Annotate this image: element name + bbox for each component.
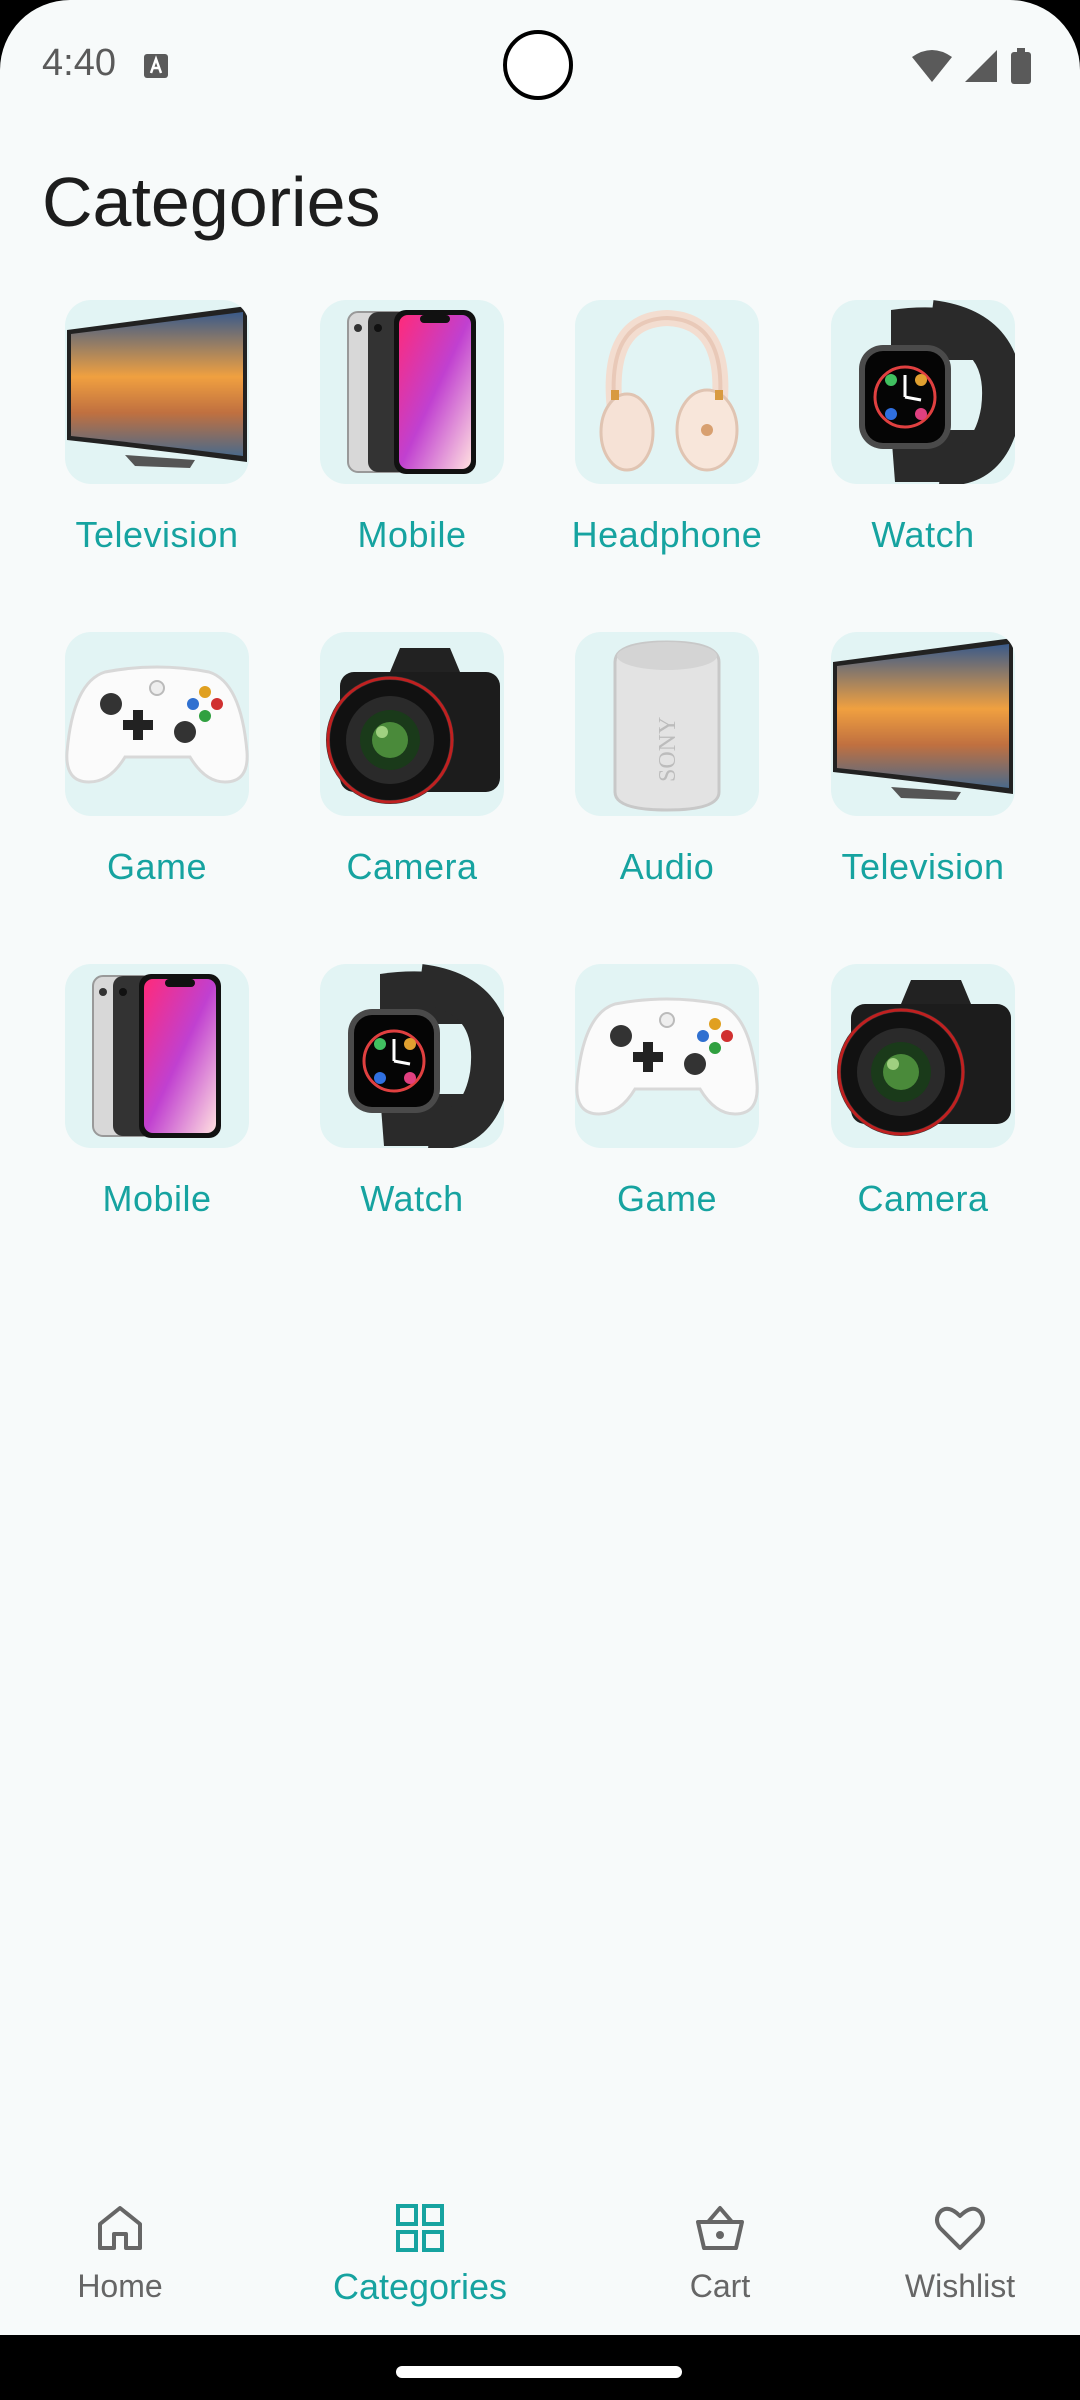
category-label: Game xyxy=(106,846,208,887)
nav-label-wishlist: Wishlist xyxy=(904,2268,1016,2304)
status-time: 4:40 xyxy=(42,42,116,84)
category-tile-watch[interactable]: Watch xyxy=(284,964,540,1220)
phone-screen: 4:40 Categories Television Mobile Headph… xyxy=(0,0,1080,2400)
nav-label-categories: Categories xyxy=(332,2266,508,2307)
svg-text:SONY: SONY xyxy=(655,717,681,782)
front-camera-cutout xyxy=(503,30,573,100)
category-label: Watch xyxy=(871,514,975,555)
watch-image xyxy=(320,964,504,1148)
watch-icon xyxy=(348,964,504,1148)
category-tile-television[interactable]: Television xyxy=(795,632,1051,888)
mobile-image xyxy=(65,964,249,1148)
grid-icon xyxy=(396,2204,444,2252)
camera-image xyxy=(831,964,1015,1148)
game-controller-icon xyxy=(575,997,759,1116)
category-tile-game[interactable]: Game xyxy=(29,632,285,888)
category-label: Television xyxy=(75,514,239,555)
keyboard-a-icon xyxy=(144,54,168,78)
mobile-image xyxy=(320,300,504,484)
audio-image: SONY xyxy=(575,632,759,816)
watch-icon xyxy=(859,300,1015,484)
camera-icon xyxy=(326,648,500,804)
page-title: Categories xyxy=(42,163,381,241)
status-icons xyxy=(912,48,1032,84)
speaker-icon: SONY xyxy=(613,640,721,812)
category-label: Television xyxy=(841,846,1005,887)
nav-item-cart[interactable]: Cart xyxy=(620,2200,820,2305)
camera-image xyxy=(320,632,504,816)
television-image xyxy=(831,632,1015,816)
nav-item-home[interactable]: Home xyxy=(20,2200,220,2305)
mobile-icon xyxy=(92,974,221,1138)
category-tile-mobile[interactable]: Mobile xyxy=(29,964,285,1220)
game-controller-icon xyxy=(65,665,249,784)
headphone-icon xyxy=(599,309,739,472)
category-tile-camera[interactable]: Camera xyxy=(284,632,540,888)
cellular-signal-icon xyxy=(965,50,997,82)
category-label: Audio xyxy=(619,846,715,887)
nav-label-cart: Cart xyxy=(689,2268,751,2304)
category-tile-camera[interactable]: Camera xyxy=(795,964,1051,1220)
nav-item-wishlist[interactable]: Wishlist xyxy=(860,2200,1060,2305)
basket-icon xyxy=(696,2206,744,2250)
heart-icon xyxy=(935,2206,985,2250)
nav-item-categories[interactable]: Categories xyxy=(320,2200,520,2308)
mobile-icon xyxy=(347,310,476,474)
category-label: Watch xyxy=(360,1178,464,1219)
category-tile-audio[interactable]: SONY Audio xyxy=(539,632,795,888)
camera-icon xyxy=(837,980,1011,1136)
category-label: Mobile xyxy=(102,1178,212,1219)
category-tile-mobile[interactable]: Mobile xyxy=(284,300,540,556)
bottom-navigation: Home Categories Cart Wishlist xyxy=(0,2170,1080,2335)
home-gesture-handle[interactable] xyxy=(396,2366,682,2378)
category-tile-television[interactable]: Television xyxy=(29,300,285,556)
nav-label-home: Home xyxy=(77,2268,163,2304)
television-image xyxy=(65,300,249,484)
category-label: Game xyxy=(616,1178,718,1219)
status-bar: 4:40 xyxy=(0,0,1080,130)
headphone-image xyxy=(575,300,759,484)
category-label: Camera xyxy=(857,1178,989,1219)
battery-icon xyxy=(1011,48,1031,84)
game-image xyxy=(65,632,249,816)
category-label: Camera xyxy=(346,846,478,887)
category-tile-game[interactable]: Game xyxy=(539,964,795,1220)
category-label: Headphone xyxy=(571,514,763,555)
category-tile-watch[interactable]: Watch xyxy=(795,300,1051,556)
game-image xyxy=(575,964,759,1148)
category-tile-headphone[interactable]: Headphone xyxy=(539,300,795,556)
home-icon xyxy=(98,2206,142,2250)
watch-image xyxy=(831,300,1015,484)
television-icon xyxy=(833,638,1013,800)
category-label: Mobile xyxy=(357,514,467,555)
wifi-icon xyxy=(912,50,952,82)
television-icon xyxy=(67,306,247,468)
